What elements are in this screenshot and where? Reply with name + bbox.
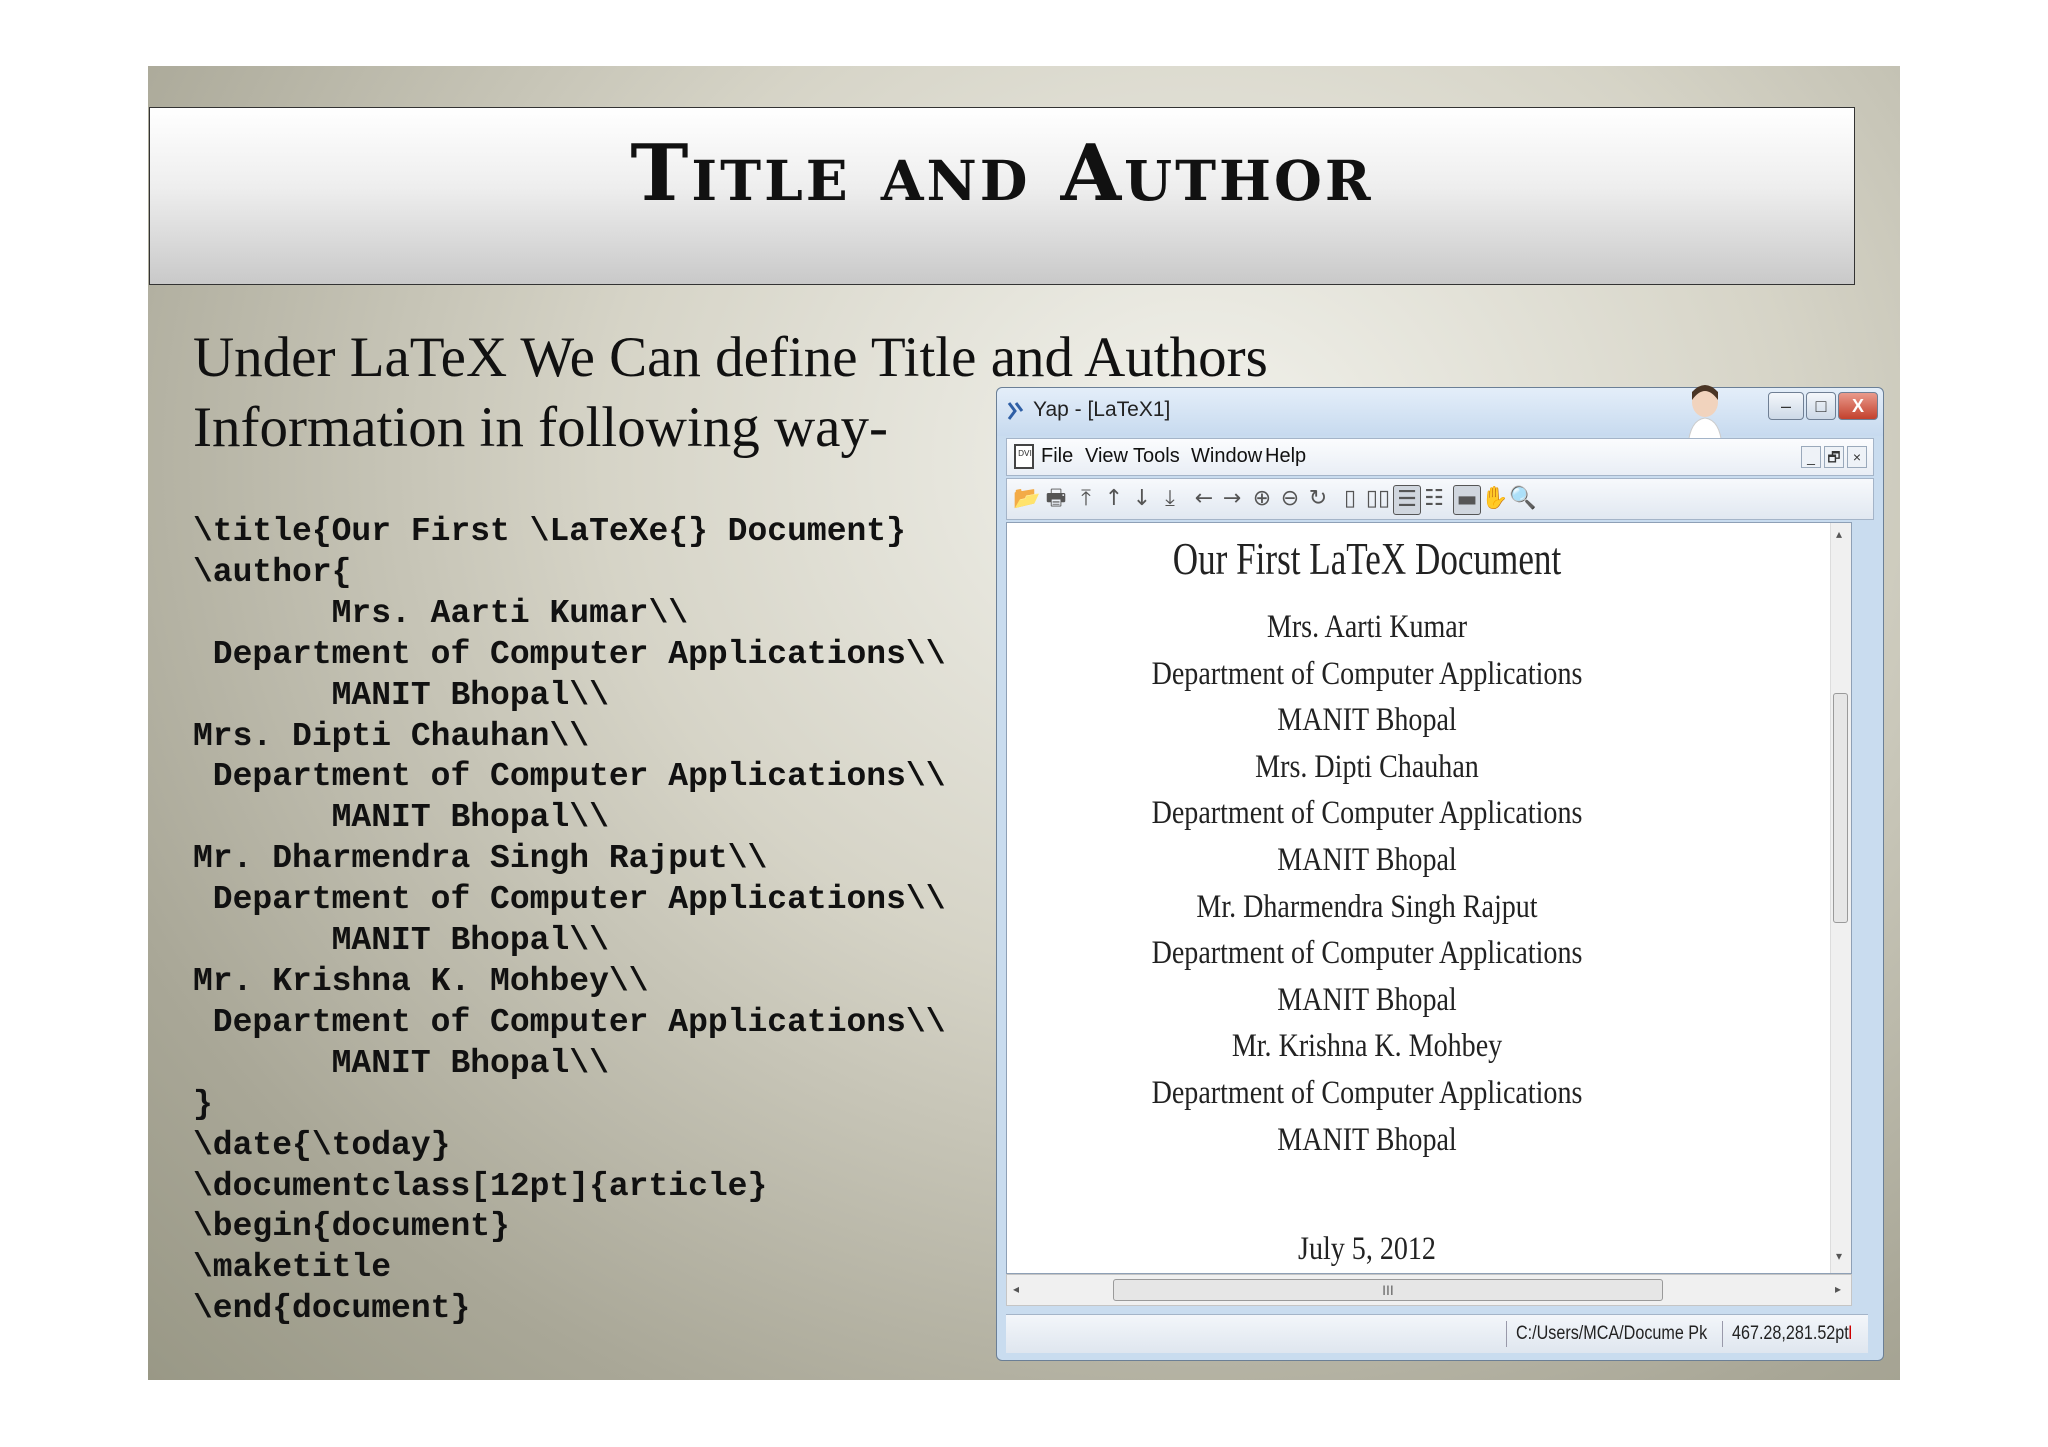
vertical-scrollbar[interactable]: ▴ ▾ [1830, 523, 1851, 1273]
code-line: MANIT Bhopal\\ [193, 676, 609, 714]
menu-tools[interactable]: Tools [1133, 445, 1180, 468]
page-up-icon[interactable]: ↑ [1101, 485, 1127, 513]
scroll-up-arrow-icon[interactable]: ▴ [1836, 527, 1842, 541]
status-separator [1506, 1321, 1507, 1347]
code-line: Mrs. Dipti Chauhan\\ [193, 717, 590, 755]
document-line: Mrs. Aarti Kumar [1266, 609, 1468, 645]
code-line: Department of Computer Applications\\ [193, 635, 946, 673]
scroll-left-arrow-icon[interactable]: ◂ [1013, 1282, 1019, 1296]
first-page-icon[interactable]: ⤒ [1073, 485, 1099, 513]
yap-window[interactable]: Yap - [LaTeX1] – □ X DVI File View Tools… [996, 385, 1884, 1361]
code-line: \author{ [193, 553, 352, 591]
menu-view[interactable]: View [1085, 445, 1128, 468]
code-line: Department of Computer Applications\\ [193, 1003, 946, 1041]
document-line: Mr. Dharmendra Singh Rajput [1196, 888, 1538, 925]
open-icon[interactable]: 📂 [1013, 485, 1040, 513]
document-line: MANIT Bhopal [1277, 1121, 1457, 1158]
document-view[interactable]: Our First LaTeX Document Mrs. Aarti Kuma… [1006, 522, 1852, 1274]
horizontal-scroll-thumb[interactable]: III [1113, 1279, 1663, 1301]
magnifier-icon[interactable]: 🔍 [1509, 485, 1536, 513]
code-line: Department of Computer Applications\\ [193, 758, 946, 796]
close-button[interactable]: X [1838, 392, 1878, 420]
last-page-icon[interactable]: ⤓ [1157, 485, 1183, 513]
latex-code-block: \title{Our First \LaTeXe{} Document} \aut… [193, 512, 946, 1330]
window-titlebar[interactable]: Yap - [LaTeX1] – □ X [997, 385, 1883, 446]
document-title: Our First LaTeX Document [1172, 534, 1562, 584]
back-icon[interactable]: ← [1191, 485, 1217, 513]
ruler-icon[interactable]: ▬ [1453, 485, 1481, 515]
code-line: \title{Our First \LaTeXe{} Document} [193, 513, 906, 550]
continuous-icon[interactable]: ☰ [1393, 485, 1421, 515]
slide-title: Title and Author [630, 128, 1374, 219]
double-page-icon[interactable]: ▯▯ [1365, 485, 1391, 513]
document-line: MANIT Bhopal [1277, 981, 1457, 1018]
toolbar: 📂 🖶 ⤒ ↑ ↓ ⤓ ← → ⊕ ⊖ ↻ ▯ ▯▯ ☰ ☷ ▬ ✋ 🔍 [1006, 478, 1874, 520]
yap-app-icon [1006, 400, 1026, 428]
print-icon[interactable]: 🖶 [1043, 485, 1069, 513]
document-date: July 5, 2012 [1298, 1231, 1436, 1267]
menu-file[interactable]: File [1041, 445, 1073, 468]
document-line: Mrs. Dipti Chauhan [1255, 748, 1479, 785]
child-close-button[interactable]: × [1847, 446, 1867, 468]
code-line: } [193, 1085, 213, 1123]
status-coordinates: 467.28,281.52pt [1732, 1323, 1849, 1344]
code-line: Mr. Krishna K. Mohbey\\ [193, 962, 649, 1000]
document-line: MANIT Bhopal [1277, 842, 1457, 878]
code-line: \date{\today} [193, 1126, 451, 1164]
document-line: MANIT Bhopal [1277, 702, 1457, 739]
intro-line-1: Under LaTeX We Can define Title and Auth… [193, 326, 1268, 389]
document-line: Department of Computer Applications [1151, 935, 1583, 972]
child-restore-button[interactable]: 🗗 [1824, 446, 1844, 468]
menu-bar: DVI File View Tools Window Help _ 🗗 × [1006, 438, 1874, 476]
horizontal-scrollbar[interactable]: ◂ III ▸ [1006, 1274, 1852, 1306]
child-minimize-button[interactable]: _ [1801, 446, 1821, 468]
code-line: \end{document} [193, 1290, 471, 1328]
scroll-down-arrow-icon[interactable]: ▾ [1836, 1249, 1842, 1263]
continuous-double-icon[interactable]: ☷ [1421, 485, 1447, 513]
status-path: C:/Users/MCA/Docume Pk [1516, 1323, 1708, 1344]
status-bar: C:/Users/MCA/Docume Pk 467.28,281.52pt I [1006, 1314, 1868, 1353]
zoom-out-icon[interactable]: ⊖ [1277, 485, 1303, 513]
page-down-icon[interactable]: ↓ [1129, 485, 1155, 513]
window-title: Yap - [LaTeX1] [1033, 398, 1171, 421]
code-line: Mr. Dharmendra Singh Rajput\\ [193, 840, 768, 878]
menu-help[interactable]: Help [1265, 445, 1306, 468]
vertical-scroll-thumb[interactable] [1833, 693, 1848, 923]
code-line: Department of Computer Applications\\ [193, 881, 946, 919]
minimize-button[interactable]: – [1768, 392, 1804, 420]
refresh-icon[interactable]: ↻ [1305, 485, 1331, 513]
single-page-icon[interactable]: ▯ [1337, 485, 1363, 513]
zoom-in-icon[interactable]: ⊕ [1249, 485, 1275, 513]
maximize-button[interactable]: □ [1806, 392, 1836, 420]
code-line: MANIT Bhopal\\ [193, 922, 609, 960]
document-line: Department of Computer Applications [1151, 655, 1583, 692]
forward-icon[interactable]: → [1219, 485, 1245, 513]
menu-window[interactable]: Window [1191, 445, 1262, 468]
hand-icon[interactable]: ✋ [1481, 485, 1508, 513]
scroll-right-arrow-icon[interactable]: ▸ [1835, 1282, 1841, 1296]
status-separator [1722, 1321, 1723, 1347]
svg-text:DVI: DVI [1018, 449, 1032, 458]
document-line: Department of Computer Applications [1151, 1075, 1583, 1111]
status-indicator: I [1848, 1323, 1853, 1344]
code-line: \begin{document} [193, 1208, 510, 1246]
document-icon[interactable]: DVI [1013, 444, 1035, 470]
code-line: Mrs. Aarti Kumar\\ [193, 594, 689, 632]
document-line: Department of Computer Applications [1151, 795, 1583, 832]
code-line: MANIT Bhopal\\ [193, 1044, 609, 1082]
code-line: \maketitle [193, 1249, 392, 1287]
slide-title-box: Title and Author [149, 107, 1855, 285]
document-line: Mr. Krishna K. Mohbey [1231, 1028, 1503, 1065]
code-line: \documentclass[12pt]{article} [193, 1167, 768, 1205]
code-line: MANIT Bhopal\\ [193, 799, 609, 837]
user-avatar-icon [1687, 385, 1723, 446]
